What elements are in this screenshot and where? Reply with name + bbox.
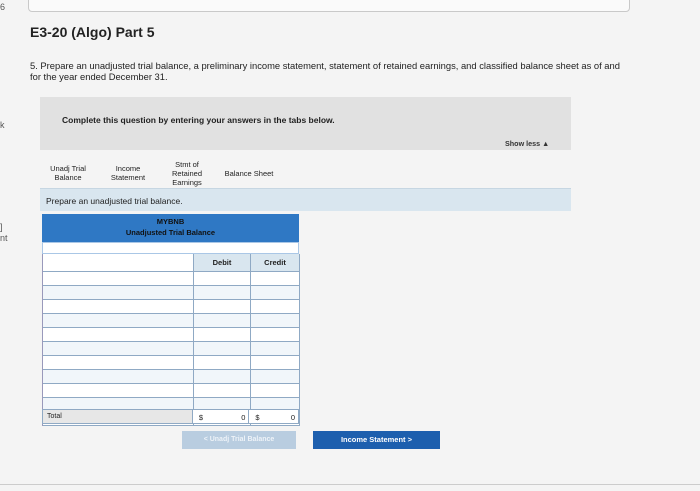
column-header-row: Debit Credit	[43, 254, 300, 272]
table-row	[43, 342, 300, 356]
margin-mark: ]	[0, 222, 3, 232]
prev-tab-button[interactable]: < Unadj Trial Balance	[182, 431, 296, 449]
debit-input[interactable]	[194, 272, 251, 285]
debit-input[interactable]	[194, 342, 251, 355]
company-name: MYBNB	[156, 217, 185, 226]
credit-input[interactable]	[251, 314, 300, 327]
credit-input[interactable]	[251, 356, 300, 369]
credit-total: 0	[290, 413, 295, 422]
credit-header: Credit	[251, 254, 300, 271]
account-input[interactable]	[43, 314, 194, 327]
account-input[interactable]	[43, 356, 194, 369]
tab-prompt: Prepare an unadjusted trial balance.	[46, 196, 183, 206]
total-label: Total	[43, 410, 193, 423]
table-row	[43, 272, 300, 286]
tab-bar: Unadj Trial Balance Income Statement Stmt …	[40, 157, 284, 189]
margin-mark: k	[0, 120, 5, 130]
account-input[interactable]	[43, 328, 194, 341]
instruction-text: Complete this question by entering your …	[62, 115, 335, 125]
show-less-toggle[interactable]: Show less ▲	[505, 139, 549, 148]
tab-label: Income	[115, 164, 141, 173]
table-row	[43, 328, 300, 342]
debit-input[interactable]	[194, 314, 251, 327]
next-tab-button[interactable]: Income Statement >	[313, 431, 440, 449]
margin-mark: 6	[0, 2, 6, 12]
date-row	[42, 242, 299, 254]
table-row	[43, 300, 300, 314]
debit-currency: $	[198, 413, 204, 422]
tab-label: Retained	[171, 168, 203, 178]
account-input[interactable]	[43, 370, 194, 383]
credit-input[interactable]	[251, 328, 300, 341]
tab-stmt-retained-earnings[interactable]: Stmt of Retained Earnings	[160, 157, 214, 189]
trial-balance-header: MYBNB Unadjusted Trial Balance	[42, 214, 299, 242]
debit-input[interactable]	[194, 328, 251, 341]
debit-input[interactable]	[194, 370, 251, 383]
tab-label: Unadj Trial	[50, 164, 86, 173]
previous-question-box	[28, 0, 630, 12]
tab-label: Earnings	[172, 177, 202, 187]
table-row	[43, 314, 300, 328]
account-input[interactable]	[43, 342, 194, 355]
tab-unadj-trial-balance[interactable]: Unadj Trial Balance	[40, 157, 96, 189]
tab-balance-sheet[interactable]: Balance Sheet	[214, 157, 284, 189]
statement-title: Unadjusted Trial Balance	[125, 228, 216, 237]
tab-income-statement[interactable]: Income Statement	[96, 157, 160, 189]
debit-input[interactable]	[194, 300, 251, 313]
debit-input[interactable]	[194, 286, 251, 299]
question-text: 5. Prepare an unadjusted trial balance, …	[30, 60, 620, 82]
table-row	[43, 286, 300, 300]
debit-input[interactable]	[194, 384, 251, 397]
account-header	[43, 254, 194, 271]
page-title: E3-20 (Algo) Part 5	[30, 24, 155, 40]
debit-total: 0	[241, 413, 246, 422]
tab-label: Statement	[110, 173, 146, 182]
debit-header: Debit	[194, 254, 251, 271]
credit-input[interactable]	[251, 272, 300, 285]
trial-balance-grid: Debit Credit	[42, 254, 300, 426]
total-row: Total $ 0 $ 0	[42, 409, 299, 424]
credit-input[interactable]	[251, 300, 300, 313]
account-input[interactable]	[43, 300, 194, 313]
credit-input[interactable]	[251, 370, 300, 383]
divider	[0, 484, 700, 485]
credit-total-cell: $ 0	[249, 410, 298, 423]
table-row	[43, 370, 300, 384]
margin-mark: nt	[0, 233, 8, 243]
tab-prompt-bar: Prepare an unadjusted trial balance.	[40, 188, 571, 211]
account-input[interactable]	[43, 384, 194, 397]
tab-label: Balance Sheet	[224, 168, 274, 178]
account-input[interactable]	[43, 286, 194, 299]
tab-label: Balance	[54, 173, 82, 182]
credit-input[interactable]	[251, 286, 300, 299]
credit-input[interactable]	[251, 342, 300, 355]
tab-label: Stmt of	[175, 159, 199, 169]
credit-input[interactable]	[251, 384, 300, 397]
debit-total-cell: $ 0	[192, 410, 250, 423]
credit-currency: $	[255, 413, 260, 422]
table-row	[43, 384, 300, 398]
table-row	[43, 356, 300, 370]
account-input[interactable]	[43, 272, 194, 285]
debit-input[interactable]	[194, 356, 251, 369]
instruction-panel: Complete this question by entering your …	[40, 97, 571, 150]
